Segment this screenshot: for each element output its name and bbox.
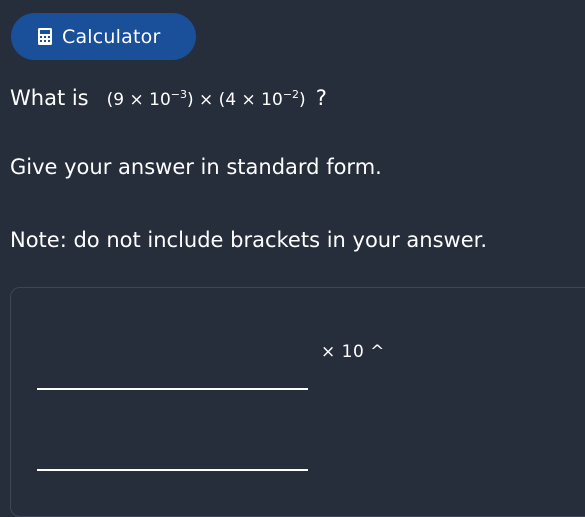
question-text: What is (9 × 10−3) × (4 × 10−2) ? <box>10 81 327 114</box>
calculator-button-label: Calculator <box>62 25 161 48</box>
coefficient-input[interactable] <box>37 354 308 390</box>
calculator-icon <box>38 28 52 45</box>
expression-part-3: ) <box>299 90 306 110</box>
expression-part-1: (9 × 10 <box>106 90 171 110</box>
times-ten-label: × 10 ^ <box>321 342 385 362</box>
question-suffix: ? <box>315 86 327 110</box>
note-text: Note: do not include brackets in your an… <box>10 228 488 252</box>
calculator-button[interactable]: Calculator <box>11 13 196 60</box>
exponent-2: −2 <box>282 88 300 101</box>
instruction-text: Give your answer in standard form. <box>10 155 382 179</box>
question-prefix: What is <box>10 86 89 110</box>
expression-part-2: ) × (4 × 10 <box>187 90 283 110</box>
question-expression: (9 × 10−3) × (4 × 10−2) <box>107 81 306 114</box>
answer-panel <box>10 287 585 517</box>
exponent-1: −3 <box>170 88 187 101</box>
exponent-input[interactable] <box>37 435 308 471</box>
